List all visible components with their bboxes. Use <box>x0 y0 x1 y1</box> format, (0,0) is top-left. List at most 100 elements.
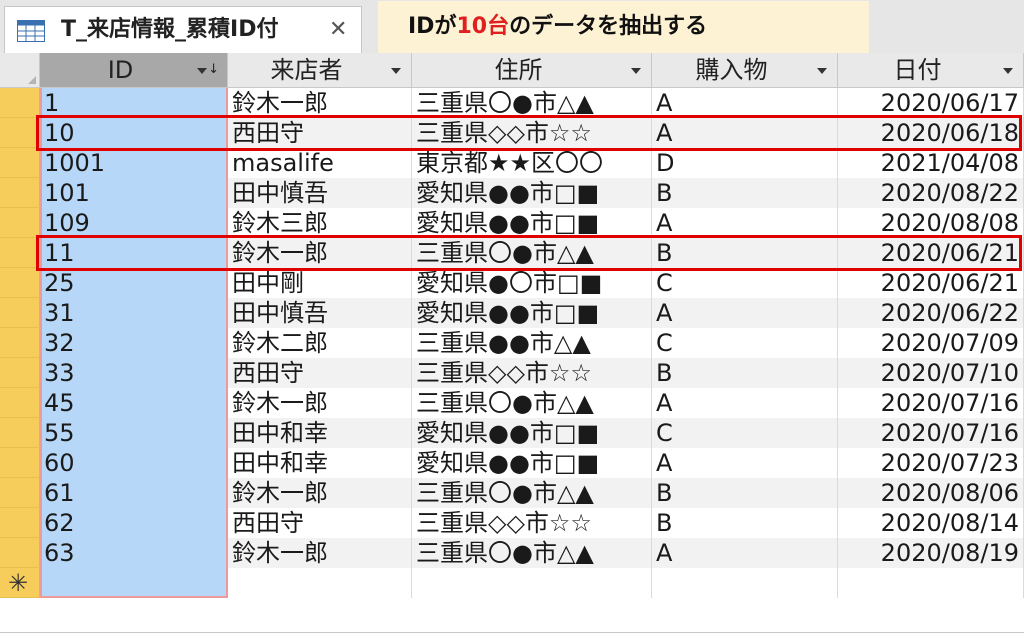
cell-address[interactable]: 東京都★★区〇〇 <box>412 148 652 178</box>
cell-date[interactable]: 2020/06/17 <box>838 88 1024 118</box>
record-selector[interactable] <box>0 178 40 208</box>
record-selector[interactable] <box>0 298 40 328</box>
table-row[interactable]: 101 田中慎吾 愛知県●●市□■ B 2020/08/22 <box>40 178 1024 208</box>
cell-visitor[interactable]: 鈴木二郎 <box>228 328 412 358</box>
cell-date[interactable]: 2020/08/08 <box>838 208 1024 238</box>
cell-id[interactable]: 55 <box>40 418 228 448</box>
cell-id[interactable]: 61 <box>40 478 228 508</box>
cell-visitor[interactable]: 鈴木一郎 <box>228 88 412 118</box>
cell-id[interactable]: 1001 <box>40 148 228 178</box>
cell-address[interactable] <box>412 568 652 598</box>
cell-item[interactable]: B <box>652 238 838 268</box>
cell-id[interactable]: 1 <box>40 88 228 118</box>
record-selector[interactable] <box>0 238 40 268</box>
cell-address[interactable]: 三重県◇◇市☆☆ <box>412 508 652 538</box>
table-row[interactable]: 33 西田守 三重県◇◇市☆☆ B 2020/07/10 <box>40 358 1024 388</box>
cell-id[interactable] <box>40 568 228 598</box>
cell-item[interactable]: B <box>652 508 838 538</box>
record-selector[interactable] <box>0 448 40 478</box>
cell-date[interactable]: 2020/08/14 <box>838 508 1024 538</box>
table-row[interactable]: 1001 masalife 東京都★★区〇〇 D 2021/04/08 <box>40 148 1024 178</box>
cell-visitor[interactable]: 西田守 <box>228 118 412 148</box>
cell-id[interactable]: 33 <box>40 358 228 388</box>
dropdown-arrow-icon[interactable] <box>197 68 207 74</box>
record-selector[interactable] <box>0 88 40 118</box>
table-row[interactable]: 63 鈴木一郎 三重県〇●市△▲ A 2020/08/19 <box>40 538 1024 568</box>
close-icon[interactable]: ✕ <box>329 16 347 44</box>
cell-visitor[interactable]: 鈴木一郎 <box>228 538 412 568</box>
record-selector[interactable] <box>0 358 40 388</box>
record-selector[interactable] <box>0 328 40 358</box>
record-selector[interactable] <box>0 478 40 508</box>
cell-address[interactable]: 三重県〇●市△▲ <box>412 238 652 268</box>
record-selector[interactable] <box>0 148 40 178</box>
cell-id[interactable]: 62 <box>40 508 228 538</box>
column-header-id[interactable]: ID ↓ <box>40 53 228 88</box>
cell-address[interactable]: 三重県〇●市△▲ <box>412 538 652 568</box>
table-row[interactable]: 31 田中慎吾 愛知県●●市□■ A 2020/06/22 <box>40 298 1024 328</box>
cell-item[interactable]: A <box>652 388 838 418</box>
column-header-date[interactable]: 日付 <box>838 53 1024 88</box>
cell-visitor[interactable]: 鈴木三郎 <box>228 208 412 238</box>
cell-date[interactable]: 2020/08/19 <box>838 538 1024 568</box>
cell-id[interactable]: 25 <box>40 268 228 298</box>
cell-visitor[interactable]: masalife <box>228 148 412 178</box>
cell-address[interactable]: 三重県〇●市△▲ <box>412 478 652 508</box>
cell-id[interactable]: 60 <box>40 448 228 478</box>
record-selector[interactable] <box>0 508 40 538</box>
cell-visitor[interactable] <box>228 568 412 598</box>
cell-date[interactable]: 2020/06/22 <box>838 298 1024 328</box>
column-header-address[interactable]: 住所 <box>412 53 652 88</box>
table-row[interactable]: 61 鈴木一郎 三重県〇●市△▲ B 2020/08/06 <box>40 478 1024 508</box>
cell-visitor[interactable]: 田中慎吾 <box>228 178 412 208</box>
select-all-corner[interactable] <box>0 53 40 88</box>
cell-address[interactable]: 三重県〇●市△▲ <box>412 88 652 118</box>
cell-item[interactable]: D <box>652 148 838 178</box>
cell-item[interactable]: C <box>652 418 838 448</box>
cell-address[interactable]: 三重県◇◇市☆☆ <box>412 118 652 148</box>
cell-item[interactable]: B <box>652 178 838 208</box>
dropdown-arrow-icon[interactable] <box>631 68 641 74</box>
cell-visitor[interactable]: 鈴木一郎 <box>228 478 412 508</box>
dropdown-arrow-icon[interactable] <box>817 68 827 74</box>
cell-id[interactable]: 63 <box>40 538 228 568</box>
new-record-selector[interactable]: ✳ <box>0 568 40 598</box>
dropdown-arrow-icon[interactable] <box>391 68 401 74</box>
cell-date[interactable]: 2020/07/16 <box>838 418 1024 448</box>
record-selector[interactable] <box>0 268 40 298</box>
table-row[interactable]: 10 西田守 三重県◇◇市☆☆ A 2020/06/18 <box>40 118 1024 148</box>
cell-id[interactable]: 101 <box>40 178 228 208</box>
table-row[interactable]: 1 鈴木一郎 三重県〇●市△▲ A 2020/06/17 <box>40 88 1024 118</box>
table-row[interactable]: 25 田中剛 愛知県●〇市□■ C 2020/06/21 <box>40 268 1024 298</box>
cell-date[interactable]: 2020/07/16 <box>838 388 1024 418</box>
cell-item[interactable]: A <box>652 88 838 118</box>
table-row[interactable]: 60 田中和幸 愛知県●●市□■ A 2020/07/23 <box>40 448 1024 478</box>
table-row[interactable]: 32 鈴木二郎 三重県●●市△▲ C 2020/07/09 <box>40 328 1024 358</box>
cell-item[interactable]: C <box>652 268 838 298</box>
cell-item[interactable]: A <box>652 208 838 238</box>
cell-visitor[interactable]: 田中剛 <box>228 268 412 298</box>
table-row[interactable]: 55 田中和幸 愛知県●●市□■ C 2020/07/16 <box>40 418 1024 448</box>
cell-address[interactable]: 愛知県●●市□■ <box>412 448 652 478</box>
table-row[interactable]: 45 鈴木一郎 三重県〇●市△▲ A 2020/07/16 <box>40 388 1024 418</box>
cell-address[interactable]: 愛知県●●市□■ <box>412 178 652 208</box>
column-header-visitor[interactable]: 来店者 <box>228 53 412 88</box>
cell-id[interactable]: 11 <box>40 238 228 268</box>
tab-datasheet[interactable]: T_来店情報_累積ID付 ✕ <box>4 6 362 53</box>
record-selector[interactable] <box>0 418 40 448</box>
cell-visitor[interactable]: 田中慎吾 <box>228 298 412 328</box>
cell-item[interactable]: A <box>652 298 838 328</box>
cell-visitor[interactable]: 西田守 <box>228 358 412 388</box>
cell-item[interactable] <box>652 568 838 598</box>
cell-address[interactable]: 愛知県●〇市□■ <box>412 268 652 298</box>
cell-address[interactable]: 三重県〇●市△▲ <box>412 388 652 418</box>
cell-date[interactable]: 2020/06/21 <box>838 268 1024 298</box>
new-record-row[interactable] <box>40 568 1024 598</box>
table-row[interactable]: 109 鈴木三郎 愛知県●●市□■ A 2020/08/08 <box>40 208 1024 238</box>
cell-item[interactable]: A <box>652 118 838 148</box>
cell-date[interactable]: 2020/07/09 <box>838 328 1024 358</box>
cell-item[interactable]: C <box>652 328 838 358</box>
cell-id[interactable]: 32 <box>40 328 228 358</box>
cell-address[interactable]: 愛知県●●市□■ <box>412 208 652 238</box>
record-selector[interactable] <box>0 118 40 148</box>
